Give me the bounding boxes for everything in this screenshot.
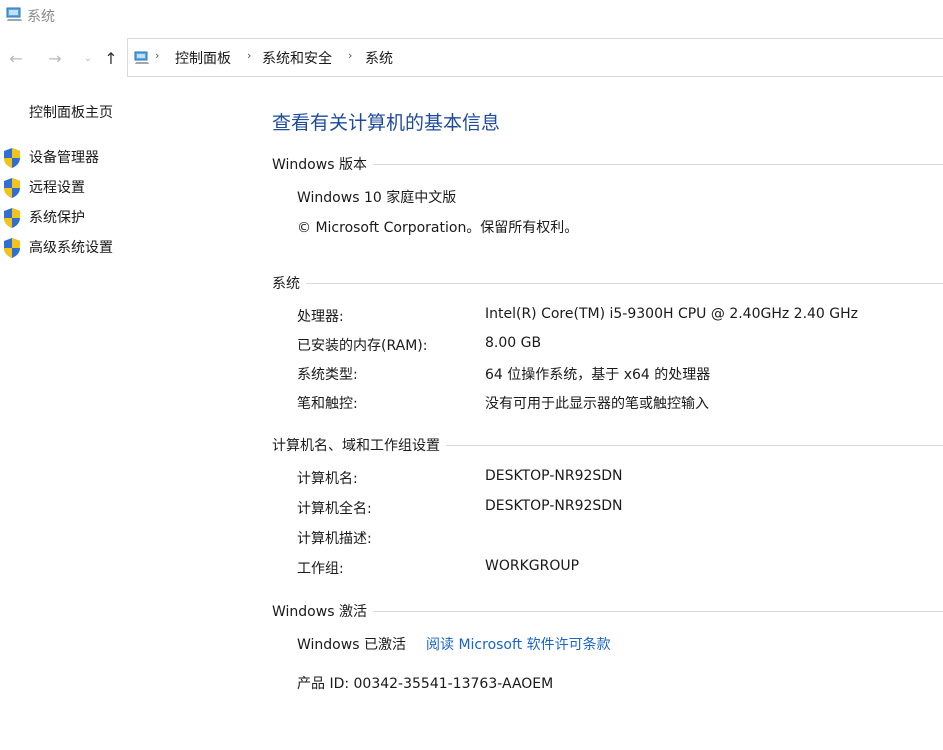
- sidebar-item-label: 设备管理器: [29, 150, 99, 166]
- sidebar-item-label: 远程设置: [29, 180, 85, 196]
- address-bar[interactable]: › 控制面板 › 系统和安全 › 系统: [127, 38, 943, 77]
- ram-value: 8.00 GB: [485, 335, 542, 351]
- title-bar: 系统: [0, 0, 943, 30]
- uac-shield-icon: [4, 178, 20, 198]
- arrow-left-icon[interactable]: ←: [6, 48, 26, 68]
- chevron-right-icon[interactable]: ›: [155, 49, 159, 62]
- chevron-down-icon[interactable]: ⌄: [78, 48, 98, 68]
- uac-shield-icon: [4, 238, 20, 258]
- product-id: 产品 ID: 00342-35541-13763-AAOEM: [297, 676, 554, 692]
- edition-name: Windows 10 家庭中文版: [297, 190, 457, 206]
- arrow-up-icon[interactable]: ↑: [101, 48, 121, 68]
- section-header-edition: Windows 版本: [272, 154, 943, 174]
- sidebar-item-label: 高级系统设置: [29, 240, 113, 256]
- processor-label: 处理器:: [297, 309, 344, 325]
- breadcrumb-system-security[interactable]: 系统和安全: [262, 48, 332, 68]
- navigation-bar: ← → ⌄ ↑ › 控制面板 › 系统和安全 › 系统: [0, 38, 943, 78]
- control-panel-icon: [134, 51, 149, 64]
- computer-description-label: 计算机描述:: [297, 531, 372, 547]
- section-header-computer-name: 计算机名、域和工作组设置: [272, 435, 943, 455]
- activation-status: Windows 已激活: [297, 637, 406, 653]
- page-title: 查看有关计算机的基本信息: [272, 112, 501, 134]
- full-computer-name-label: 计算机全名:: [297, 501, 372, 517]
- full-computer-name-value: DESKTOP-NR92SDN: [485, 498, 623, 514]
- chevron-right-icon[interactable]: ›: [247, 49, 251, 62]
- uac-shield-icon: [4, 208, 20, 228]
- pen-touch-label: 笔和触控:: [297, 396, 358, 412]
- arrow-right-icon[interactable]: →: [45, 48, 65, 68]
- copyright-text: © Microsoft Corporation。保留所有权利。: [297, 220, 579, 236]
- processor-value: Intel(R) Core(TM) i5-9300H CPU @ 2.40GHz…: [485, 306, 859, 322]
- control-panel-home-link[interactable]: 控制面板主页: [29, 102, 113, 122]
- computer-name-label: 计算机名:: [297, 471, 358, 487]
- computer-name-value: DESKTOP-NR92SDN: [485, 468, 623, 484]
- section-header-activation: Windows 激活: [272, 601, 943, 621]
- system-computer-icon: [6, 7, 22, 21]
- ram-label: 已安装的内存(RAM):: [297, 338, 428, 354]
- uac-shield-icon: [4, 148, 20, 168]
- workgroup-value: WORKGROUP: [485, 558, 580, 574]
- section-header-text: Windows 版本: [272, 154, 373, 174]
- chevron-right-icon[interactable]: ›: [348, 49, 352, 62]
- divider: [272, 283, 943, 284]
- breadcrumb-control-panel[interactable]: 控制面板: [175, 48, 231, 68]
- license-terms-link[interactable]: 阅读 Microsoft 软件许可条款: [426, 634, 611, 654]
- section-header-text: Windows 激活: [272, 601, 373, 621]
- system-type-label: 系统类型:: [297, 367, 358, 383]
- pen-touch-value: 没有可用于此显示器的笔或触控输入: [485, 396, 709, 412]
- sidebar-item-label: 系统保护: [29, 210, 85, 226]
- workgroup-label: 工作组:: [297, 561, 344, 577]
- breadcrumb-system[interactable]: 系统: [365, 48, 393, 68]
- section-header-text: 系统: [272, 273, 306, 293]
- section-header-text: 计算机名、域和工作组设置: [272, 435, 446, 455]
- section-header-system: 系统: [272, 273, 943, 293]
- window-title: 系统: [27, 9, 55, 25]
- system-type-value: 64 位操作系统，基于 x64 的处理器: [485, 367, 711, 383]
